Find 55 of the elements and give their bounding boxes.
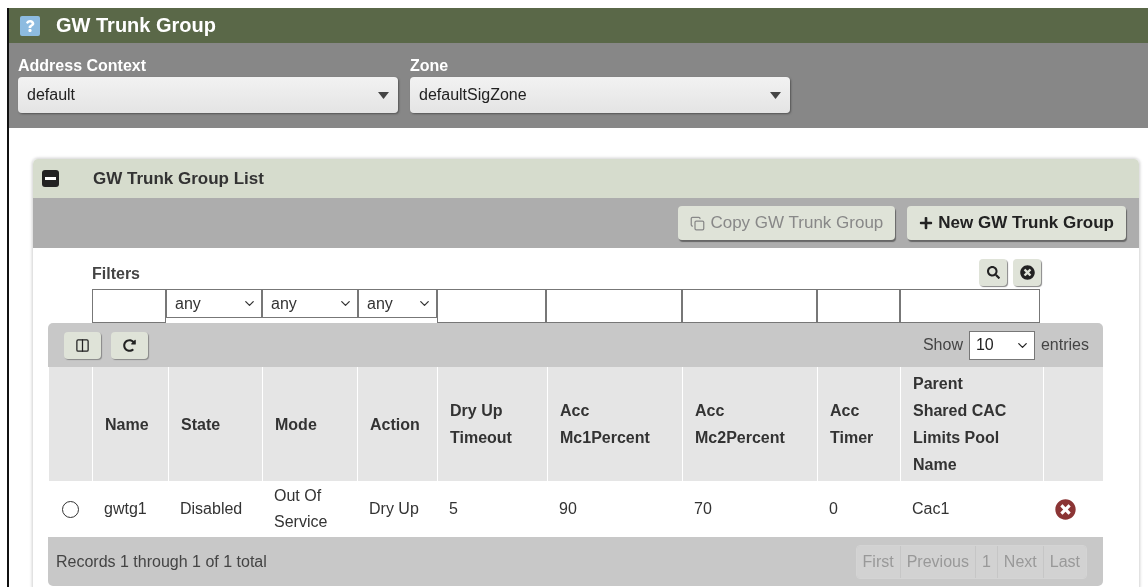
table-cell-text: 5: [448, 499, 459, 519]
show-label: Show: [922, 336, 963, 354]
new-button[interactable]: New GW Trunk Group: [907, 206, 1126, 240]
filter-field[interactable]: [92, 289, 166, 323]
table-cell-text: Dry Up: [368, 499, 420, 519]
caret-icon: [770, 91, 781, 99]
column-header: Mode: [262, 367, 357, 481]
delete-icon[interactable]: [1055, 498, 1076, 520]
filter-field[interactable]: [682, 289, 817, 323]
table-cell-text: 70: [693, 499, 713, 519]
filter-dropdown[interactable]: any: [358, 289, 437, 318]
columns-button[interactable]: [64, 331, 101, 359]
filter-field[interactable]: [437, 289, 546, 323]
search-button[interactable]: [979, 259, 1007, 286]
clear-icon: [1019, 265, 1035, 280]
filter-dropdown[interactable]: any: [166, 289, 262, 318]
plus-icon: [919, 216, 934, 230]
row-radio[interactable]: [62, 500, 79, 518]
table-cell-text: Cac1: [911, 499, 951, 519]
caret-icon: [378, 91, 389, 99]
field-label: Address Context: [18, 57, 148, 75]
column-header: Dry Up Timeout: [437, 367, 547, 481]
column-header: Acc Mc2Percent: [682, 367, 817, 481]
clear-button[interactable]: [1013, 259, 1041, 286]
panel-title: GW Trunk Group List: [93, 168, 264, 189]
table-cell-text: Out Of Service: [273, 486, 329, 532]
help-icon[interactable]: [20, 15, 40, 36]
entries-label: entries: [1040, 336, 1089, 354]
table-cell-text: gwtg1: [103, 499, 148, 519]
filter-dropdown[interactable]: any: [262, 289, 358, 318]
search-icon: [986, 266, 1000, 279]
column-header: Acc Mc1Percent: [547, 367, 682, 481]
column-header: Parent Shared CAC Limits Pool Name: [900, 367, 1043, 481]
column-header: Acc Timer: [817, 367, 900, 481]
collapse-icon[interactable]: [42, 170, 59, 187]
dropdown[interactable]: defaultSigZone: [410, 77, 790, 113]
refresh-icon: [123, 338, 136, 352]
filter-field[interactable]: [900, 289, 1040, 323]
table-cell-text: Disabled: [179, 499, 244, 519]
table-cell-text: 0: [828, 499, 839, 519]
field-label: Zone: [410, 57, 450, 75]
records-summary: Records 1 through 1 of 1 total: [56, 552, 267, 571]
dropdown[interactable]: default: [18, 77, 398, 113]
page-title: GW Trunk Group: [56, 14, 216, 37]
filters-label: Filters: [92, 265, 140, 283]
copy-icon: [690, 215, 706, 231]
column-header: Action: [357, 367, 437, 481]
table-cell-text: 90: [558, 499, 578, 519]
refresh-button[interactable]: [111, 331, 148, 359]
columns-icon: [75, 337, 90, 353]
filter-field[interactable]: [817, 289, 900, 323]
page-size-dropdown[interactable]: 10: [968, 330, 1035, 360]
column-header: State: [168, 367, 262, 481]
filter-field[interactable]: [546, 289, 682, 323]
column-header: Name: [92, 367, 168, 481]
